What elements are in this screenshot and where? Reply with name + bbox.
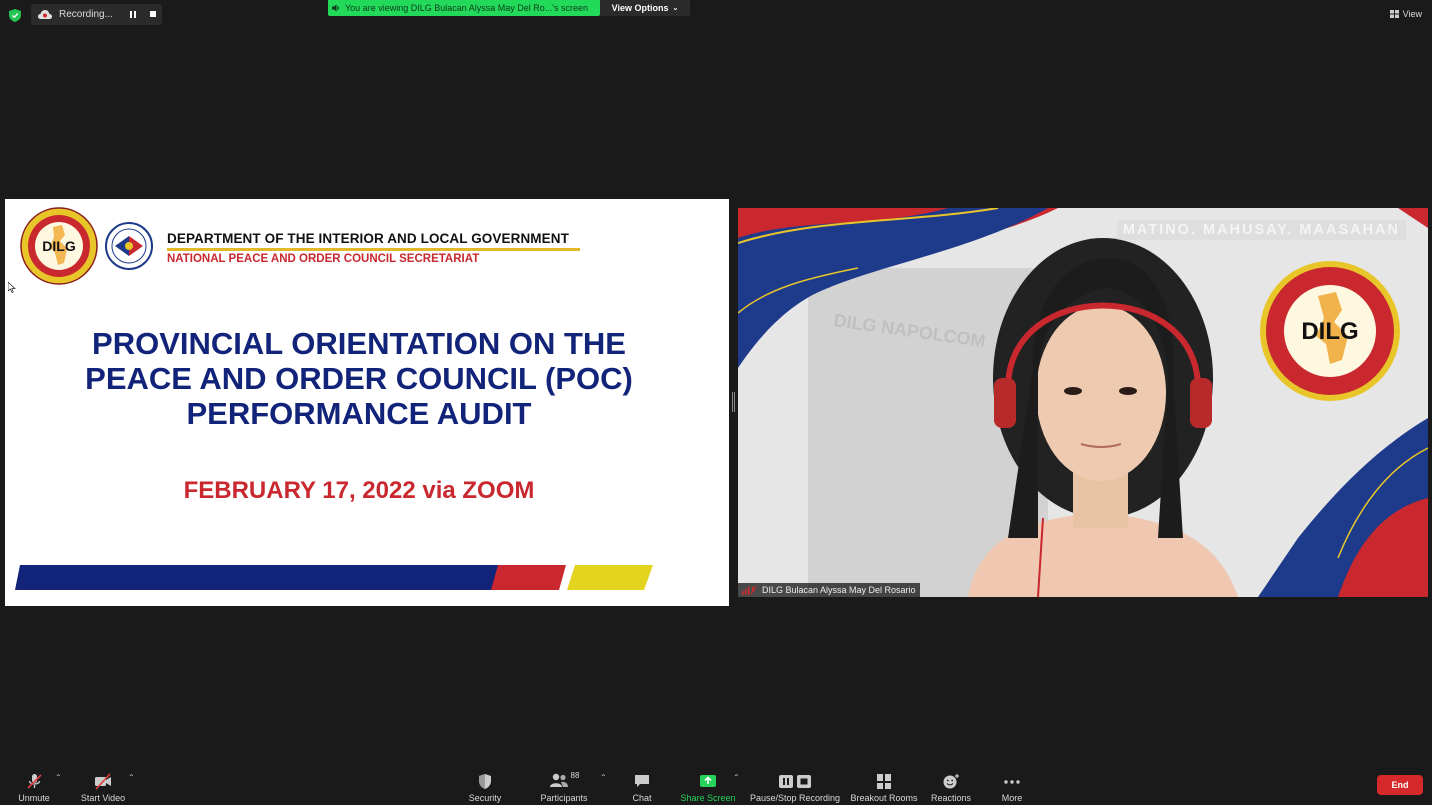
participant-video-tile[interactable]: DILG NAPOLCOM DILG MATINO. MAHUSAY. MAAS… bbox=[738, 208, 1428, 597]
share-screen-icon bbox=[700, 775, 716, 787]
pause-stop-recording-button[interactable]: Pause/Stop Recording bbox=[748, 773, 842, 803]
reactions-label: Reactions bbox=[930, 793, 972, 803]
share-screen-label: Share Screen bbox=[680, 793, 736, 803]
muted-mic-icon bbox=[742, 585, 757, 595]
viewing-banner-text: You are viewing DILG Bulacan Alyssa May … bbox=[345, 3, 588, 13]
end-label: End bbox=[1391, 780, 1409, 790]
stop-recording-icon[interactable] bbox=[148, 10, 158, 19]
share-screen-button[interactable]: Share Screen bbox=[680, 773, 736, 803]
microphone-muted-icon bbox=[26, 774, 42, 789]
share-options-chevron-icon[interactable]: ⌃ bbox=[733, 773, 740, 782]
security-shield-icon[interactable] bbox=[9, 9, 21, 22]
speaker-icon bbox=[332, 4, 339, 12]
participants-icon bbox=[549, 773, 568, 787]
view-button[interactable]: View bbox=[1389, 9, 1422, 19]
video-seal-text: DILG bbox=[1301, 318, 1358, 345]
chevron-down-icon: ⌄ bbox=[672, 5, 679, 12]
pause-recording-icon[interactable] bbox=[128, 10, 138, 19]
view-options-button[interactable]: View Options ⌄ bbox=[600, 0, 690, 16]
participants-label: Participants bbox=[540, 793, 588, 803]
view-label: View bbox=[1402, 9, 1422, 19]
ellipsis-more-icon bbox=[1004, 780, 1020, 784]
department-underline bbox=[167, 248, 580, 251]
video-background: DILG NAPOLCOM DILG bbox=[738, 208, 1428, 597]
department-title: DEPARTMENT OF THE INTERIOR AND LOCAL GOV… bbox=[167, 231, 569, 246]
meeting-toolbar: Unmute Start Video Security 88 Participa… bbox=[0, 765, 1432, 805]
shield-icon bbox=[479, 774, 491, 789]
breakout-rooms-icon bbox=[877, 774, 891, 789]
chat-button[interactable]: Chat bbox=[628, 773, 656, 803]
smiley-reactions-icon bbox=[943, 774, 959, 789]
chat-bubble-icon bbox=[635, 775, 649, 787]
title-line: PEACE AND ORDER COUNCIL (POC) bbox=[85, 361, 633, 396]
security-button[interactable]: Security bbox=[466, 773, 504, 803]
participants-button[interactable]: 88 Participants bbox=[538, 771, 590, 803]
view-options-label: View Options bbox=[611, 3, 669, 13]
dilg-seal-logo: DILG bbox=[20, 207, 98, 285]
audio-options-chevron-icon[interactable]: ⌃ bbox=[55, 773, 62, 782]
motto-text: MATINO. MAHUSAY. MAASAHAN bbox=[1116, 220, 1406, 240]
start-video-button[interactable]: Start Video bbox=[79, 773, 127, 803]
pause-stop-recording-label: Pause/Stop Recording bbox=[749, 793, 841, 803]
participants-options-chevron-icon[interactable]: ⌃ bbox=[600, 773, 607, 782]
chat-label: Chat bbox=[632, 793, 652, 803]
slide-date: FEBRUARY 17, 2022 via ZOOM bbox=[183, 477, 535, 504]
pause-stop-icon bbox=[779, 775, 811, 788]
cloud-recording-icon bbox=[38, 9, 52, 19]
slide-main-title: PROVINCIAL ORIENTATION ON THE PEACE AND … bbox=[5, 326, 713, 431]
viewing-screen-banner: You are viewing DILG Bulacan Alyssa May … bbox=[328, 0, 600, 16]
unmute-button[interactable]: Unmute bbox=[16, 773, 52, 803]
security-label: Security bbox=[468, 793, 502, 803]
participant-name-tag: DILG Bulacan Alyssa May Del Rosario bbox=[738, 583, 920, 597]
video-camera-off-icon bbox=[95, 773, 111, 790]
breakout-rooms-button[interactable]: Breakout Rooms bbox=[850, 773, 918, 803]
top-bar: Recording... You are viewing DILG Bulaca… bbox=[0, 0, 1432, 30]
grid-view-icon bbox=[1389, 10, 1399, 18]
seal-text: DILG bbox=[42, 238, 76, 254]
recording-label: Recording... bbox=[59, 9, 113, 20]
video-options-chevron-icon[interactable]: ⌃ bbox=[128, 773, 135, 782]
more-label: More bbox=[1001, 793, 1023, 803]
reactions-button[interactable]: Reactions bbox=[930, 773, 972, 803]
participant-name: DILG Bulacan Alyssa May Del Rosario bbox=[762, 585, 916, 595]
breakout-rooms-label: Breakout Rooms bbox=[850, 793, 918, 803]
decorative-stripes bbox=[15, 565, 653, 590]
npocs-seal-logo bbox=[105, 222, 153, 270]
title-line: PROVINCIAL ORIENTATION ON THE bbox=[92, 326, 626, 361]
shared-screen-slide: DILG DEPARTMENT OF THE INTERIOR AND LOCA… bbox=[5, 199, 729, 606]
department-subtitle: NATIONAL PEACE AND ORDER COUNCIL SECRETA… bbox=[167, 253, 480, 265]
more-button[interactable]: More bbox=[998, 773, 1026, 803]
title-line: PERFORMANCE AUDIT bbox=[186, 396, 532, 431]
recording-indicator: Recording... bbox=[31, 4, 162, 25]
unmute-label: Unmute bbox=[18, 793, 50, 803]
start-video-label: Start Video bbox=[80, 793, 126, 803]
splitter-handle[interactable] bbox=[732, 392, 735, 412]
participants-count: 88 bbox=[570, 771, 580, 780]
mouse-cursor-icon bbox=[7, 280, 16, 298]
end-meeting-button[interactable]: End bbox=[1377, 775, 1423, 795]
